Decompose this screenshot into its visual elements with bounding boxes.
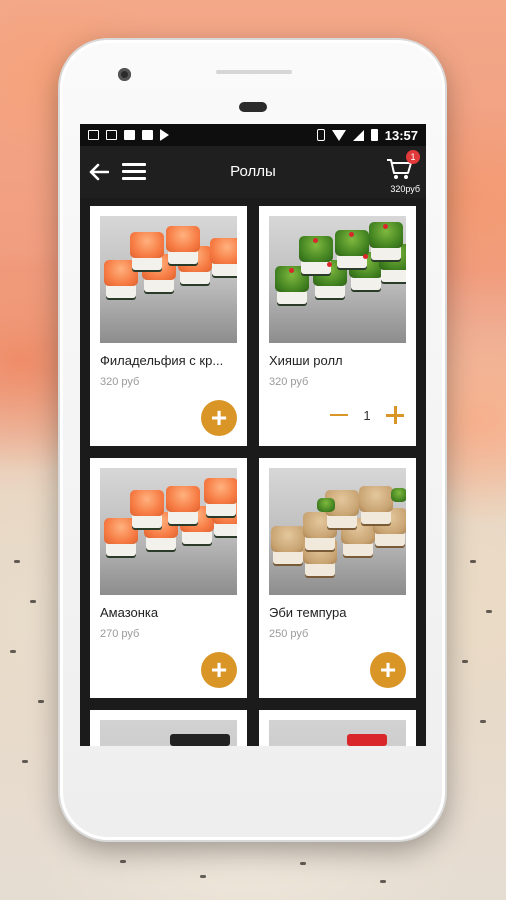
play-store-icon [160, 129, 169, 141]
battery-icon [370, 129, 378, 141]
product-price: 270 руб [100, 628, 140, 640]
product-card[interactable]: Амазонка 270 руб + [90, 458, 247, 698]
add-to-cart-button[interactable]: + [370, 652, 406, 688]
product-price: 320 руб [100, 376, 140, 388]
signal-icon [352, 129, 364, 141]
product-card[interactable]: Хияши ролл 320 руб 1 [259, 206, 416, 446]
product-card-partial[interactable] [259, 710, 416, 746]
product-card[interactable]: Эби темпура 250 руб + [259, 458, 416, 698]
product-card-partial[interactable] [90, 710, 247, 746]
cart-total: 320руб [390, 184, 420, 194]
product-photo [100, 468, 237, 595]
product-name: Филадельфия с кр... [100, 353, 224, 368]
product-grid: Филадельфия с кр... 320 руб + Хияши ролл… [90, 206, 416, 746]
increase-quantity-button[interactable] [384, 404, 406, 426]
product-name: Хияши ролл [269, 353, 343, 368]
cart-button[interactable]: 1 320руб [384, 150, 420, 194]
decrease-quantity-button[interactable] [328, 407, 350, 423]
app-screen: 13:57 Роллы 1 320руб Филадельфия с кр...… [80, 124, 426, 746]
status-time: 13:57 [384, 127, 418, 143]
plus-icon: + [210, 654, 228, 685]
product-photo [100, 720, 237, 746]
phone-frame: 13:57 Роллы 1 320руб Филадельфия с кр...… [60, 40, 445, 840]
product-price: 320 руб [269, 376, 309, 388]
image-notification-icon [88, 130, 99, 140]
clipboard-notification-icon [142, 130, 153, 140]
cart-count-badge: 1 [406, 150, 420, 164]
vibrate-icon [316, 129, 325, 141]
product-photo [269, 216, 406, 343]
file-notification-icon [124, 130, 135, 140]
front-camera [118, 68, 131, 81]
product-photo [269, 468, 406, 595]
product-name: Эби темпура [269, 605, 347, 620]
plus-icon: + [210, 402, 228, 433]
quantity-stepper: 1 [328, 404, 406, 426]
add-to-cart-button[interactable]: + [201, 400, 237, 436]
product-photo [100, 216, 237, 343]
product-price: 250 руб [269, 628, 309, 640]
product-card[interactable]: Филадельфия с кр... 320 руб + [90, 206, 247, 446]
page-title: Роллы [230, 163, 276, 180]
product-photo [269, 720, 406, 746]
app-bar: Роллы 1 320руб [80, 146, 426, 198]
quantity-value: 1 [363, 407, 371, 423]
wifi-icon [331, 129, 346, 141]
status-bar: 13:57 [80, 124, 426, 146]
earpiece-speaker [216, 70, 292, 74]
phone-chin [60, 746, 445, 840]
product-name: Амазонка [100, 605, 159, 620]
proximity-sensor [239, 102, 267, 112]
plus-icon: + [379, 654, 397, 685]
add-to-cart-button[interactable]: + [201, 652, 237, 688]
mail-notification-icon [106, 130, 117, 140]
